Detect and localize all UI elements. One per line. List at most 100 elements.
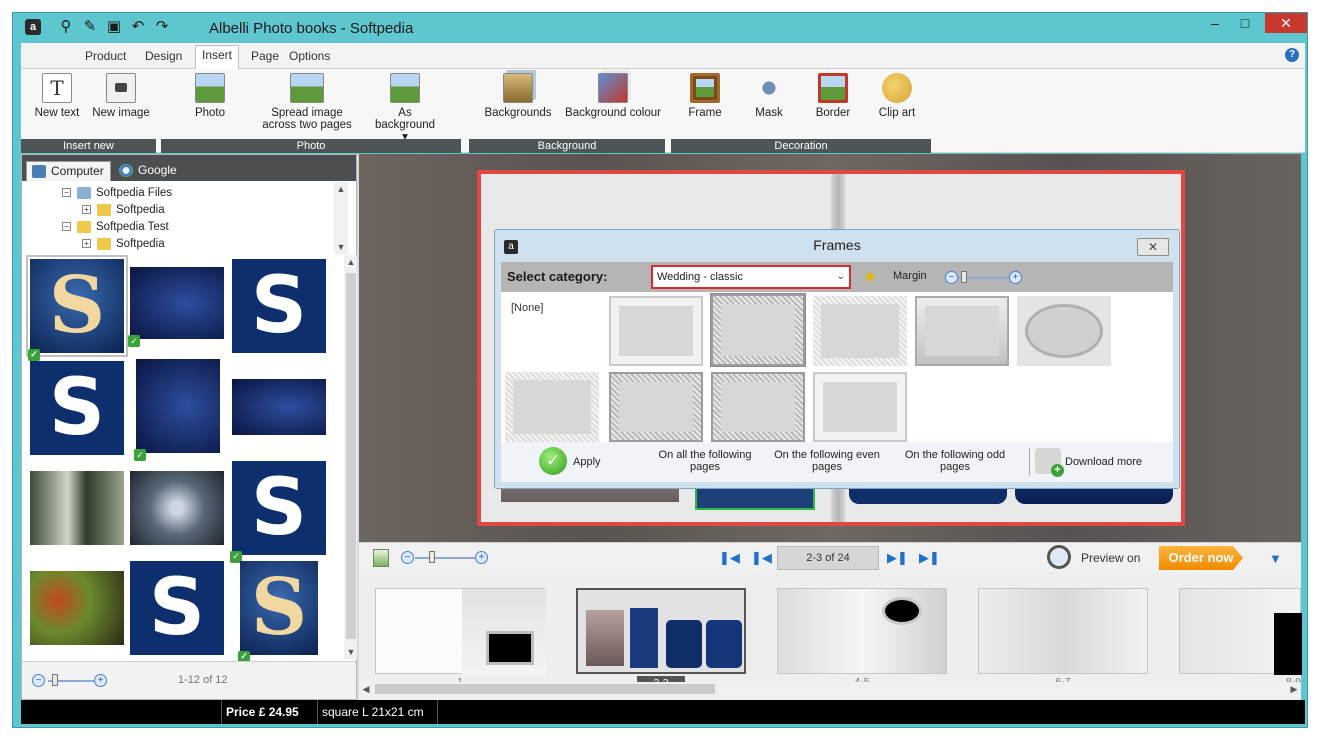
- tree-item-softpedia-test[interactable]: − Softpedia Test: [62, 219, 169, 235]
- frame-option[interactable]: [1017, 296, 1111, 366]
- last-page-icon[interactable]: ▶❚: [919, 550, 940, 566]
- scroll-down-icon[interactable]: ▼: [334, 240, 348, 254]
- collapse-icon[interactable]: −: [62, 188, 71, 198]
- apply-all-pages-button[interactable]: On all the following pages: [645, 449, 765, 473]
- scroll-thumb[interactable]: [346, 273, 356, 639]
- search-icon[interactable]: ⚲: [57, 18, 75, 36]
- zoom-in-icon[interactable]: +: [475, 551, 488, 564]
- zoom-slider-knob[interactable]: [52, 674, 58, 686]
- redo-icon[interactable]: ↷: [153, 18, 171, 36]
- collapse-triangle-icon[interactable]: ▼: [1269, 551, 1282, 566]
- new-image-button[interactable]: New image: [89, 73, 153, 119]
- image-thumbnail[interactable]: S: [30, 361, 124, 455]
- tree-item-softpedia-sub[interactable]: + Softpedia: [82, 236, 165, 252]
- image-thumbnail[interactable]: ✓: [128, 267, 224, 347]
- puzzle-icon[interactable]: [1035, 448, 1064, 477]
- image-thumbnail[interactable]: S ✓: [238, 561, 318, 663]
- margin-slider-knob[interactable]: [961, 271, 967, 283]
- tab-computer[interactable]: Computer: [26, 161, 111, 181]
- first-page-icon[interactable]: ❚◀: [719, 550, 740, 566]
- frame-button[interactable]: Frame: [679, 73, 731, 119]
- tab-insert[interactable]: Insert: [195, 45, 240, 69]
- frame-option[interactable]: [813, 296, 907, 366]
- image-thumbnail[interactable]: S ✓: [26, 255, 128, 361]
- frame-option[interactable]: [609, 372, 703, 442]
- spread-image-button[interactable]: Spread image across two pages: [257, 73, 357, 131]
- filmstrip-scrollbar[interactable]: ◀ ▶: [359, 682, 1301, 696]
- tab-google[interactable]: Google: [114, 161, 183, 181]
- image-thumbnail[interactable]: [130, 471, 224, 545]
- frame-option[interactable]: [609, 296, 703, 366]
- star-icon[interactable]: ★: [863, 267, 877, 287]
- download-more-button[interactable]: Download more: [1065, 456, 1142, 468]
- filmstrip-page[interactable]: [1179, 588, 1302, 675]
- border-button[interactable]: Border: [807, 73, 859, 119]
- minimize-button[interactable]: ‒: [1201, 13, 1229, 33]
- scroll-left-icon[interactable]: ◀: [359, 682, 373, 696]
- filmstrip-page[interactable]: [777, 588, 947, 674]
- tree-scrollbar[interactable]: ▲ ▼: [334, 182, 348, 254]
- as-background-button[interactable]: As background ▾: [367, 73, 443, 143]
- category-select[interactable]: Wedding - classic ⌄: [651, 265, 851, 289]
- image-thumbnail[interactable]: [30, 471, 124, 545]
- scroll-right-icon[interactable]: ▶: [1287, 682, 1301, 696]
- brush-icon[interactable]: ✎: [81, 18, 99, 36]
- maximize-button[interactable]: □: [1231, 13, 1259, 33]
- scroll-thumb[interactable]: [375, 684, 715, 694]
- close-button[interactable]: ✕: [1265, 13, 1307, 33]
- expand-icon[interactable]: +: [82, 205, 91, 215]
- tab-options[interactable]: Options: [283, 47, 336, 65]
- apply-odd-pages-button[interactable]: On the following odd pages: [893, 449, 1017, 473]
- image-thumbnail[interactable]: S ✓: [230, 461, 326, 563]
- filmstrip-page[interactable]: [375, 588, 546, 675]
- tree-item-softpedia-files[interactable]: − Softpedia Files: [62, 185, 172, 201]
- background-colour-button[interactable]: Background colour: [563, 73, 663, 119]
- expand-icon[interactable]: +: [82, 239, 91, 249]
- tab-design[interactable]: Design: [139, 47, 188, 65]
- frame-option-selected[interactable]: [710, 293, 806, 367]
- scroll-up-icon[interactable]: ▲: [344, 255, 358, 269]
- page-zoom-knob[interactable]: [429, 551, 435, 563]
- photo-button[interactable]: Photo: [179, 73, 241, 119]
- frame-option[interactable]: [505, 372, 599, 442]
- page-zoom-track[interactable]: [415, 557, 475, 559]
- frame-none-option[interactable]: [None]: [511, 302, 543, 314]
- zoom-out-icon[interactable]: −: [401, 551, 414, 564]
- frame-option[interactable]: [915, 296, 1009, 366]
- image-thumbnail[interactable]: [30, 571, 124, 645]
- apply-even-pages-button[interactable]: On the following even pages: [765, 449, 889, 473]
- apply-button[interactable]: Apply: [573, 456, 601, 468]
- help-icon[interactable]: ?: [1285, 48, 1299, 62]
- zoom-out-icon[interactable]: −: [32, 674, 45, 687]
- scroll-up-icon[interactable]: ▲: [334, 182, 348, 196]
- scroll-down-icon[interactable]: ▼: [344, 645, 358, 659]
- collapse-icon[interactable]: −: [62, 222, 71, 232]
- order-now-button[interactable]: Order now: [1159, 546, 1243, 570]
- filmstrip-page-active[interactable]: [576, 588, 746, 674]
- image-thumbnail[interactable]: S: [232, 259, 326, 353]
- tab-product[interactable]: Product: [79, 47, 132, 65]
- filmstrip-page[interactable]: [978, 588, 1148, 674]
- tree-item-softpedia[interactable]: + Softpedia: [82, 202, 165, 218]
- image-thumbnail[interactable]: [232, 379, 326, 435]
- dialog-close-button[interactable]: ✕: [1137, 238, 1169, 256]
- frame-option[interactable]: [813, 372, 907, 442]
- new-text-button[interactable]: T New text: [29, 73, 85, 119]
- margin-increase-icon[interactable]: +: [1009, 271, 1022, 284]
- frame-option[interactable]: [711, 372, 805, 442]
- check-icon[interactable]: ✓: [539, 447, 567, 475]
- mask-button[interactable]: Mask: [743, 73, 795, 119]
- margin-decrease-icon[interactable]: −: [945, 271, 958, 284]
- zoom-in-icon[interactable]: +: [94, 674, 107, 687]
- page-layout-icon[interactable]: [373, 549, 389, 567]
- next-page-icon[interactable]: ▶❚: [887, 550, 908, 566]
- thumbnail-scrollbar[interactable]: ▲ ▼: [344, 255, 358, 659]
- preview-magnifier-icon[interactable]: [1047, 545, 1071, 569]
- previous-page-icon[interactable]: ❚◀: [751, 550, 772, 566]
- image-thumbnail[interactable]: ✓: [134, 359, 220, 461]
- backgrounds-button[interactable]: Backgrounds: [475, 73, 561, 119]
- image-thumbnail[interactable]: S: [130, 561, 224, 655]
- undo-icon[interactable]: ↶: [129, 18, 147, 36]
- save-icon[interactable]: ▣: [105, 18, 123, 36]
- tab-page[interactable]: Page: [245, 47, 285, 65]
